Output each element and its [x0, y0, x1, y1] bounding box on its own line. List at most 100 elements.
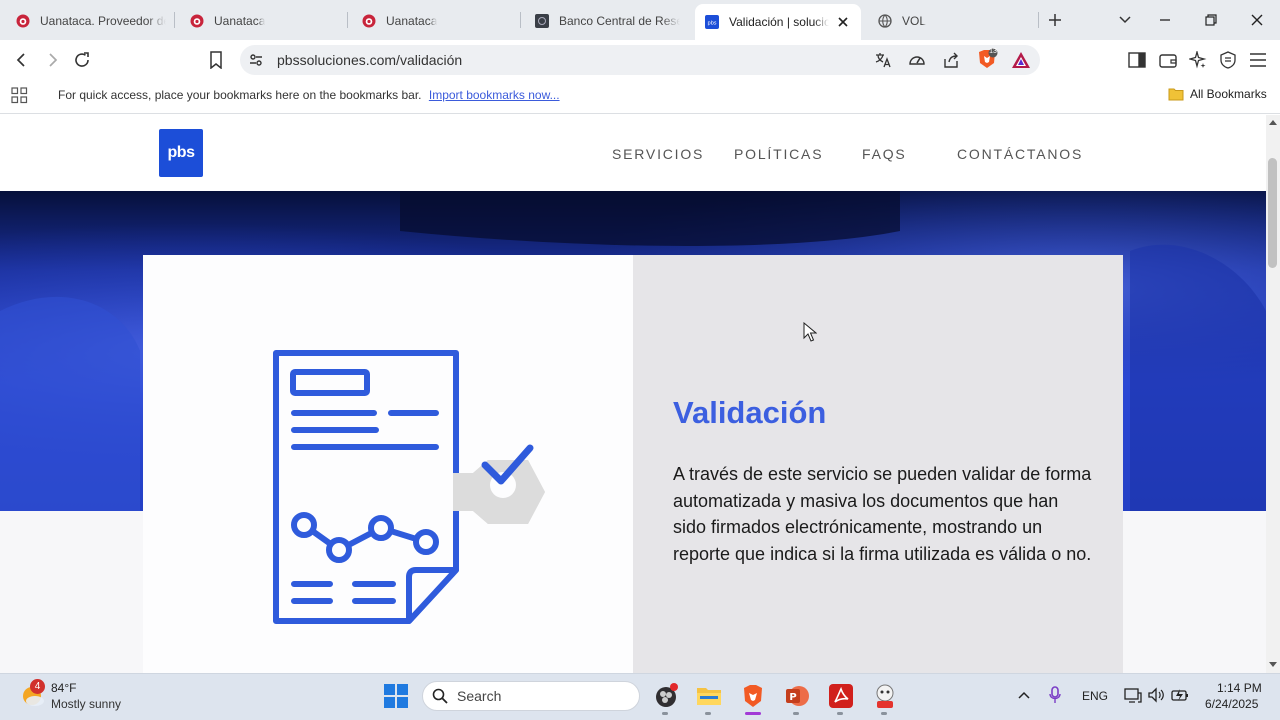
- bank-favicon-icon: [535, 14, 549, 28]
- site-info-icon[interactable]: [248, 52, 264, 73]
- bookmarks-prompt-text: For quick access, place your bookmarks h…: [58, 88, 422, 102]
- folder-icon: [697, 688, 721, 705]
- nav-faqs[interactable]: FAQS: [862, 146, 907, 162]
- tab-title: VOL: [902, 14, 927, 28]
- taskbar-indicator: [662, 712, 668, 715]
- document-key-check-icon: [273, 350, 545, 624]
- shield-icon: [1220, 51, 1236, 69]
- clock-time[interactable]: 1:14 PM: [1217, 681, 1262, 695]
- import-bookmarks-link[interactable]: Import bookmarks now...: [429, 88, 560, 102]
- leo-ai-button[interactable]: [1186, 48, 1210, 72]
- taskbar-indicator: [837, 712, 843, 715]
- speedreader-button[interactable]: [905, 48, 929, 72]
- section-description: A través de este servicio se pueden vali…: [673, 464, 1092, 564]
- site-header: pbs SERVICIOS POLÍTICAS FAQS CONTÁCTANOS: [0, 115, 1266, 191]
- powerpoint-icon: P: [786, 686, 809, 706]
- weather-widget[interactable]: 4: [20, 679, 46, 714]
- vpn-button[interactable]: [1216, 48, 1240, 72]
- close-tab-icon[interactable]: [837, 16, 849, 28]
- back-button[interactable]: [10, 48, 34, 72]
- sidebar-toggle-button[interactable]: [1125, 48, 1149, 72]
- bookmark-button[interactable]: [204, 48, 228, 72]
- wallet-button[interactable]: [1156, 48, 1180, 72]
- close-window-button[interactable]: [1245, 8, 1269, 32]
- chevron-down-icon: [1119, 16, 1131, 24]
- nav-politicas[interactable]: POLÍTICAS: [734, 146, 823, 162]
- search-icon: [432, 688, 448, 704]
- menu-button[interactable]: [1246, 48, 1270, 72]
- section-title: Validación: [673, 395, 827, 430]
- globe-icon: [878, 14, 892, 28]
- forward-button[interactable]: [40, 48, 64, 72]
- chevron-up-icon[interactable]: [1018, 691, 1030, 699]
- taskbar-brave[interactable]: [740, 683, 766, 709]
- tab-title: Uanataca: [214, 14, 266, 28]
- uanataca-favicon-icon: [362, 14, 376, 28]
- taskbar-acrobat[interactable]: [828, 683, 854, 709]
- microphone-icon[interactable]: [1049, 686, 1061, 704]
- reload-button[interactable]: [70, 48, 94, 72]
- tab-vol[interactable]: VOL: [868, 6, 1033, 36]
- share-button[interactable]: [939, 48, 963, 72]
- start-button[interactable]: [384, 684, 408, 713]
- tab-uanataca-3[interactable]: Uanataca: [352, 6, 522, 36]
- apps-grid-icon[interactable]: [11, 87, 28, 109]
- taskbar-search[interactable]: [422, 681, 640, 711]
- translate-icon: [875, 53, 891, 68]
- tab-validacion[interactable]: pbs Validación | solucio: [695, 4, 861, 40]
- weather-badge: 4: [30, 679, 45, 694]
- share-icon: [944, 52, 958, 68]
- taskbar-powerpoint[interactable]: P: [784, 683, 810, 709]
- sidebar-icon: [1128, 52, 1146, 68]
- clock-date[interactable]: 6/24/2025: [1205, 697, 1258, 711]
- minimize-button[interactable]: [1153, 8, 1177, 32]
- arrow-left-icon: [16, 53, 25, 67]
- scrollbar-thumb[interactable]: [1268, 158, 1277, 268]
- uanataca-favicon-icon: [16, 14, 30, 28]
- close-icon: [1251, 14, 1263, 26]
- tab-banco-central[interactable]: Banco Central de Rese: [525, 6, 690, 36]
- scroll-up-icon[interactable]: [1268, 119, 1278, 126]
- brave-rewards-button[interactable]: [1009, 48, 1033, 72]
- folder-icon: [1168, 88, 1184, 101]
- battery-charging-icon[interactable]: [1171, 688, 1189, 702]
- tab-uanataca-proveedor[interactable]: Uanataca. Proveedor de: [6, 6, 176, 36]
- translate-button[interactable]: [871, 48, 895, 72]
- rewards-triangle-icon: [1012, 52, 1030, 68]
- bookmarks-prompt: For quick access, place your bookmarks h…: [58, 88, 560, 102]
- brave-shields-button[interactable]: 13: [975, 47, 999, 71]
- new-tab-button[interactable]: [1043, 8, 1067, 32]
- taskbar-indicator: [793, 712, 799, 715]
- obs-icon: [656, 683, 678, 707]
- tab-title: Banco Central de Rese: [559, 14, 680, 28]
- pbs-logo[interactable]: pbs: [159, 129, 203, 177]
- taskbar-obs[interactable]: [653, 683, 679, 709]
- network-icon[interactable]: [1124, 687, 1142, 703]
- taskbar-indicator: [881, 712, 887, 715]
- gauge-icon: [909, 56, 925, 65]
- tab-title: Uanataca. Proveedor de: [40, 14, 166, 28]
- all-bookmarks-label: All Bookmarks: [1190, 87, 1267, 101]
- arrow-right-icon: [49, 53, 58, 67]
- tab-title: Validación | solucio: [729, 15, 829, 29]
- search-placeholder: Search: [457, 688, 502, 704]
- tab-search-button[interactable]: [1113, 8, 1137, 32]
- all-bookmarks-button[interactable]: All Bookmarks: [1168, 87, 1267, 101]
- nav-contactanos[interactable]: CONTÁCTANOS: [957, 146, 1083, 162]
- service-card-illustration: [143, 255, 633, 675]
- volume-icon[interactable]: [1147, 687, 1165, 703]
- pbs-favicon-icon: pbs: [705, 15, 719, 29]
- svg-text:pbs: pbs: [708, 21, 717, 27]
- restore-icon: [1205, 14, 1217, 26]
- taskbar-file-explorer[interactable]: [696, 683, 722, 709]
- input-language[interactable]: ENG: [1082, 689, 1108, 703]
- scroll-down-icon[interactable]: [1268, 661, 1278, 668]
- nav-servicios[interactable]: SERVICIOS: [612, 146, 704, 162]
- restore-button[interactable]: [1199, 8, 1223, 32]
- acrobat-icon: [829, 684, 853, 708]
- url-text[interactable]: pbssoluciones.com/validación: [277, 52, 462, 68]
- windows-logo-icon: [384, 684, 408, 708]
- tab-uanataca-2[interactable]: Uanataca: [180, 6, 350, 36]
- taskbar-pdf24[interactable]: [872, 683, 898, 709]
- minimize-icon: [1160, 19, 1170, 21]
